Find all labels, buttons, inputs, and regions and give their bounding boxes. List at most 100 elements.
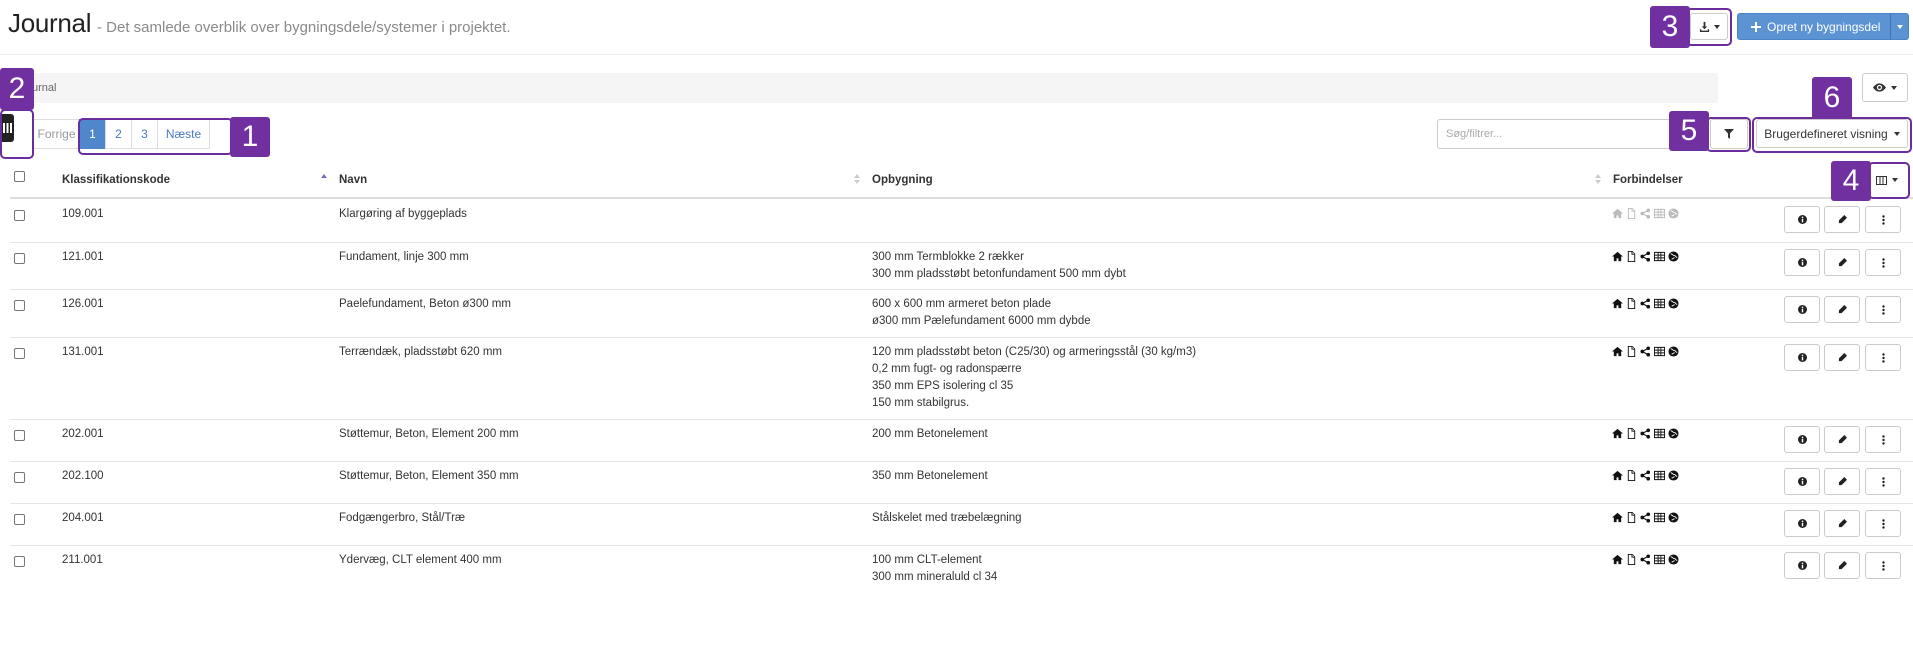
row-checkbox[interactable]	[14, 556, 25, 567]
edit-button[interactable]	[1824, 552, 1860, 579]
more-button[interactable]	[1865, 510, 1901, 537]
home-icon[interactable]	[1612, 298, 1623, 309]
more-vertical-icon	[1881, 434, 1885, 445]
more-button[interactable]	[1865, 552, 1901, 579]
more-button[interactable]	[1865, 426, 1901, 453]
plus-icon	[1751, 21, 1761, 32]
sort-icon[interactable]	[1595, 173, 1601, 185]
home-icon[interactable]	[1612, 251, 1623, 262]
info-button[interactable]	[1784, 206, 1820, 233]
annotation-label-5: 5	[1669, 111, 1709, 151]
more-button[interactable]	[1865, 296, 1901, 323]
create-building-part-button[interactable]: Opret ny bygningsdel	[1737, 13, 1891, 40]
table-icon[interactable]	[1654, 298, 1665, 309]
share-icon[interactable]	[1640, 298, 1651, 309]
column-header-connections[interactable]: Forbindelser	[1613, 174, 1683, 186]
visibility-button[interactable]	[1862, 73, 1908, 102]
table-icon[interactable]	[1654, 554, 1665, 565]
home-icon[interactable]	[1612, 428, 1623, 439]
share-icon[interactable]	[1640, 428, 1651, 439]
home-icon[interactable]	[1612, 554, 1623, 565]
edit-button[interactable]	[1824, 206, 1860, 233]
info-button[interactable]	[1784, 249, 1820, 276]
info-button[interactable]	[1784, 510, 1820, 537]
edit-button[interactable]	[1824, 296, 1860, 323]
info-button[interactable]	[1784, 426, 1820, 453]
file-icon[interactable]	[1626, 298, 1637, 309]
home-icon[interactable]	[1612, 512, 1623, 523]
row-build-up: 300 mm Termblokke 2 rækker 300 mm pladsst…	[872, 249, 1126, 283]
annotation-box-4	[1868, 162, 1910, 199]
edit-button[interactable]	[1824, 249, 1860, 276]
search-input[interactable]	[1437, 119, 1670, 149]
row-checkbox[interactable]	[14, 514, 25, 525]
column-header-name[interactable]: Navn	[339, 174, 367, 186]
globe-icon[interactable]	[1668, 298, 1679, 309]
file-icon[interactable]	[1626, 346, 1637, 357]
file-icon[interactable]	[1626, 512, 1637, 523]
sort-asc-icon[interactable]	[321, 173, 327, 185]
info-button[interactable]	[1784, 552, 1820, 579]
globe-icon[interactable]	[1668, 428, 1679, 439]
more-button[interactable]	[1865, 249, 1901, 276]
row-build-up: 100 mm CLT-element 300 mm mineraluld cl 3…	[872, 552, 997, 586]
row-checkbox[interactable]	[14, 210, 25, 221]
column-header-code[interactable]: Klassifikationskode	[62, 174, 170, 186]
row-checkbox[interactable]	[14, 253, 25, 264]
more-button[interactable]	[1865, 468, 1901, 495]
share-icon[interactable]	[1640, 251, 1651, 262]
globe-icon[interactable]	[1668, 512, 1679, 523]
edit-button[interactable]	[1824, 510, 1860, 537]
info-button[interactable]	[1784, 468, 1820, 495]
share-icon[interactable]	[1640, 208, 1651, 219]
more-vertical-icon	[1881, 214, 1885, 225]
share-icon[interactable]	[1640, 346, 1651, 357]
row-build-up: 200 mm Betonelement	[872, 426, 988, 443]
row-checkbox[interactable]	[14, 300, 25, 311]
info-button[interactable]	[1784, 344, 1820, 371]
file-icon[interactable]	[1626, 470, 1637, 481]
info-icon	[1797, 519, 1807, 528]
annotation-box-6	[1752, 117, 1912, 153]
file-icon[interactable]	[1626, 208, 1637, 219]
create-dropdown-toggle[interactable]	[1890, 13, 1909, 40]
row-code: 204.001	[62, 512, 104, 524]
row-checkbox[interactable]	[14, 472, 25, 483]
edit-button[interactable]	[1824, 468, 1860, 495]
table-icon[interactable]	[1654, 346, 1665, 357]
globe-icon[interactable]	[1668, 346, 1679, 357]
info-button[interactable]	[1784, 296, 1820, 323]
file-icon[interactable]	[1626, 251, 1637, 262]
home-icon[interactable]	[1612, 346, 1623, 357]
file-icon[interactable]	[1626, 554, 1637, 565]
table-icon[interactable]	[1654, 428, 1665, 439]
select-all-checkbox[interactable]	[14, 171, 25, 182]
row-checkbox[interactable]	[14, 348, 25, 359]
table-icon[interactable]	[1654, 512, 1665, 523]
edit-button[interactable]	[1824, 426, 1860, 453]
globe-icon[interactable]	[1668, 470, 1679, 481]
row-build-up-line: 300 mm mineraluld cl 34	[872, 571, 998, 583]
home-icon[interactable]	[1612, 208, 1623, 219]
home-icon[interactable]	[1612, 470, 1623, 481]
globe-icon[interactable]	[1668, 208, 1679, 219]
row-checkbox[interactable]	[14, 430, 25, 441]
table-icon[interactable]	[1654, 251, 1665, 262]
share-icon[interactable]	[1640, 470, 1651, 481]
row-build-up: 600 x 600 mm armeret beton plade ø300 mm …	[872, 296, 1091, 330]
file-icon[interactable]	[1626, 428, 1637, 439]
globe-icon[interactable]	[1668, 251, 1679, 262]
pagination-prev[interactable]: Forrige	[32, 119, 80, 149]
sort-icon[interactable]	[854, 173, 860, 185]
more-button[interactable]	[1865, 206, 1901, 233]
edit-button[interactable]	[1824, 344, 1860, 371]
row-build-up-line: 200 mm Betonelement	[872, 428, 988, 440]
share-icon[interactable]	[1640, 512, 1651, 523]
table-icon[interactable]	[1654, 208, 1665, 219]
globe-icon[interactable]	[1668, 554, 1679, 565]
row-divider	[10, 545, 1913, 546]
share-icon[interactable]	[1640, 554, 1651, 565]
more-button[interactable]	[1865, 344, 1901, 371]
table-icon[interactable]	[1654, 470, 1665, 481]
column-header-build[interactable]: Opbygning	[872, 174, 933, 186]
